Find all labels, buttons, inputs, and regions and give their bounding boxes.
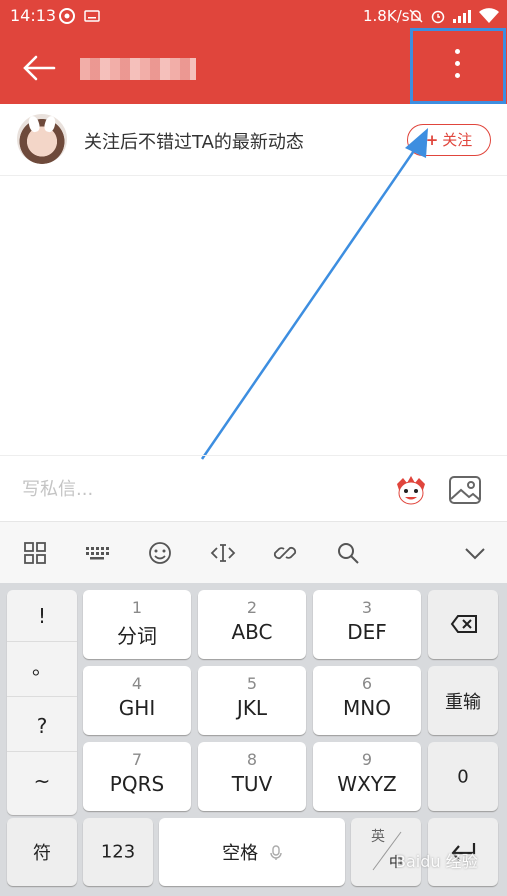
keyboard-status-icon [84, 10, 100, 22]
reenter-key[interactable]: 重输 [428, 666, 498, 735]
cursor-move-icon[interactable] [210, 540, 236, 566]
key-4[interactable]: 4 GHI [83, 666, 191, 735]
conversation-title-blurred [80, 58, 196, 80]
key-num: 7 [131, 750, 143, 769]
punct-key-period[interactable]: 。 [7, 645, 77, 697]
image-icon[interactable] [448, 474, 482, 506]
key-label: PQRS [109, 772, 165, 796]
netease-icon [59, 8, 75, 24]
key-6[interactable]: 6 MNO [313, 666, 421, 735]
key-2[interactable]: 2 ABC [198, 590, 306, 659]
symbol-label: 符 [33, 843, 51, 864]
key-9[interactable]: 9 WXYZ [313, 742, 421, 811]
zero-key[interactable]: 0 [428, 742, 498, 811]
keyboard-layout-icon[interactable] [84, 540, 110, 566]
key-5[interactable]: 5 JKL [198, 666, 306, 735]
wifi-icon [479, 8, 499, 23]
key-label: JKL [236, 696, 268, 720]
keyboard-toolbar [0, 521, 507, 583]
punct-key-tilde[interactable]: ~ [7, 755, 77, 807]
follow-button[interactable]: + 关注 [407, 124, 491, 156]
follow-prompt-text: 关注后不错过TA的最新动态 [84, 132, 304, 153]
message-input-bar [0, 455, 507, 521]
link-icon[interactable] [272, 540, 298, 566]
key-num: 1 [131, 598, 143, 617]
key-label: DEF [347, 620, 387, 644]
follow-prompt-row: 关注后不错过TA的最新动态 + 关注 [0, 104, 507, 176]
chevron-down-icon[interactable] [462, 540, 488, 566]
key-3[interactable]: 3 DEF [313, 590, 421, 659]
key-label: MNO [343, 696, 391, 720]
punct-key-exclaim[interactable]: ! [7, 590, 77, 642]
network-speed: 1.8K/s [363, 7, 410, 25]
punct-key-question[interactable]: ? [7, 700, 77, 752]
space-key[interactable]: 空格 [159, 818, 345, 886]
symbol-key[interactable]: 符 [7, 818, 77, 886]
reenter-label: 重输 [445, 691, 481, 713]
key-num: 3 [361, 598, 373, 617]
follow-button-label: 关注 [442, 131, 473, 149]
more-options-button[interactable] [410, 28, 506, 104]
key-num: 8 [246, 750, 258, 769]
microphone-icon [270, 845, 282, 860]
key-label: ABC [231, 620, 273, 644]
key-8[interactable]: 8 TUV [198, 742, 306, 811]
key-num: 4 [131, 674, 143, 693]
key-label: 分词 [117, 624, 157, 648]
backspace-icon [450, 615, 477, 633]
emoji-face-icon[interactable] [147, 540, 173, 566]
grid-apps-icon[interactable] [22, 540, 48, 566]
message-input[interactable] [22, 474, 352, 504]
key-num: 5 [246, 674, 258, 693]
key-1[interactable]: 1 分词 [83, 590, 191, 659]
status-time: 14:13 [10, 6, 57, 25]
zero-label: 0 [457, 766, 469, 787]
plus-icon: + [425, 131, 439, 149]
backspace-key[interactable] [428, 590, 498, 659]
key-num: 9 [361, 750, 373, 769]
signal-icon [453, 10, 471, 23]
avatar[interactable] [17, 114, 67, 164]
chat-screen: 14:13 1.8K/s 关注后不错过TA的最新动态 + 关注 写私信... !… [0, 0, 507, 896]
key-7[interactable]: 7 PQRS [83, 742, 191, 811]
punctuation-column: ! 。 ? ~ [7, 590, 77, 815]
space-text: 空格 [222, 843, 259, 864]
back-arrow-icon[interactable] [20, 48, 60, 88]
watermark: Baidu 经验 [395, 852, 478, 871]
key-label: TUV [231, 772, 273, 796]
alarm-icon [431, 10, 445, 24]
number-mode-label: 123 [100, 841, 136, 863]
app-bar [0, 28, 507, 104]
more-vert-icon [455, 49, 461, 79]
mute-icon [409, 9, 423, 23]
search-icon[interactable] [335, 540, 361, 566]
key-label: WXYZ [337, 772, 397, 796]
space-label: 空格 [159, 839, 345, 865]
key-label: GHI [118, 696, 156, 720]
number-mode-key[interactable]: 123 [83, 818, 153, 886]
key-num: 2 [246, 598, 258, 617]
key-num: 6 [361, 674, 373, 693]
emoji-sticker-icon[interactable] [394, 474, 428, 506]
